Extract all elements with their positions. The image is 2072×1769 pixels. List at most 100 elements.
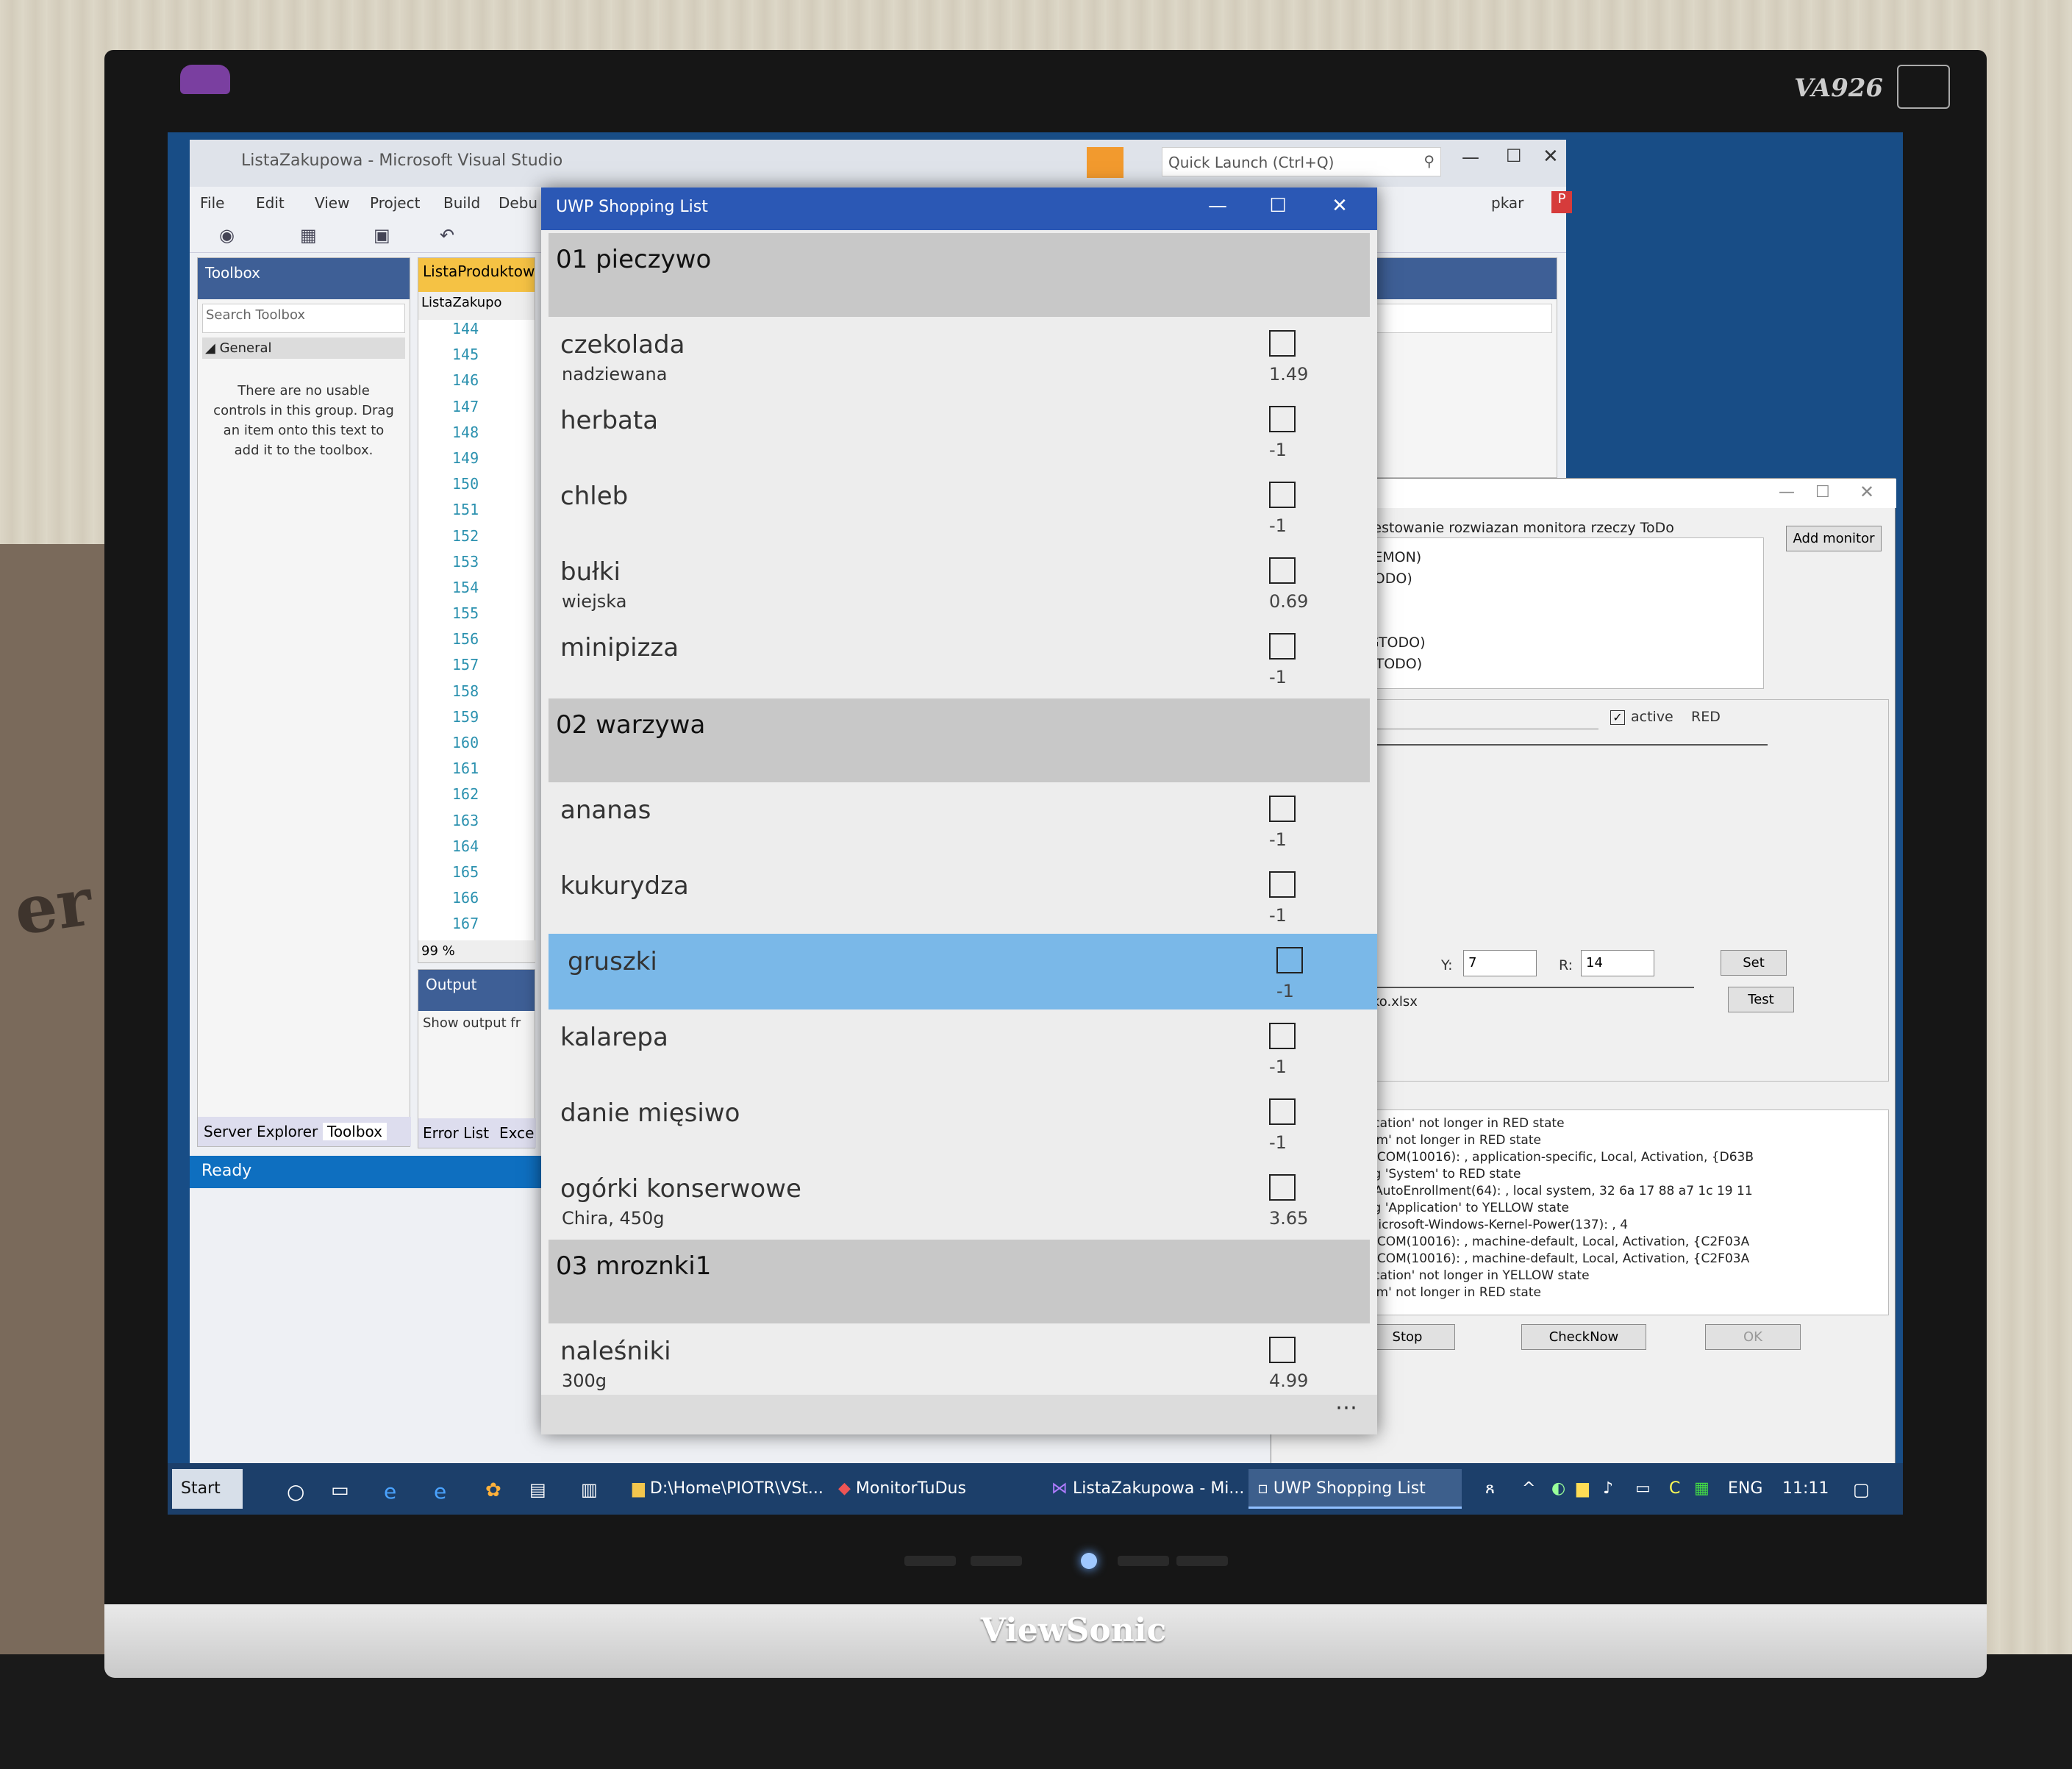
item-checkbox[interactable] xyxy=(1269,871,1296,898)
output-source-dropdown[interactable]: Show output fr xyxy=(418,1011,535,1035)
taskbar-visual-studio[interactable]: ⋈ ListaZakupowa - Mi... xyxy=(1043,1469,1244,1509)
volume-icon[interactable]: ♪ xyxy=(1594,1469,1623,1509)
edge-icon[interactable]: e xyxy=(375,1469,412,1509)
tab-server-explorer[interactable]: Server Explorer xyxy=(204,1123,318,1140)
list-item[interactable]: ogórki konserwowe Chira, 450g 3.65 xyxy=(541,1161,1377,1237)
monitor-hardware-button[interactable] xyxy=(1176,1556,1228,1566)
new-project-icon[interactable]: ▦ xyxy=(300,225,317,246)
list-item[interactable]: minipizza -1 xyxy=(541,620,1377,696)
minimize-button[interactable]: — xyxy=(1779,483,1795,501)
item-checkbox[interactable] xyxy=(1269,1098,1296,1125)
item-checkbox[interactable] xyxy=(1269,330,1296,357)
clock[interactable]: 11:11 xyxy=(1773,1469,1832,1509)
item-checkbox[interactable] xyxy=(1269,406,1296,432)
item-checkbox[interactable] xyxy=(1269,1023,1296,1049)
tab-error-list[interactable]: Error List xyxy=(423,1124,489,1142)
list-item[interactable]: ananas -1 xyxy=(541,782,1377,858)
line-number: 153 xyxy=(452,552,479,571)
line-number-gutter: 144 145 146 147 148 149 150 151 152 153 154 155 156 1… xyxy=(418,320,535,941)
checknow-button[interactable]: CheckNow xyxy=(1521,1324,1646,1350)
monitor-hardware-button[interactable] xyxy=(971,1556,1022,1566)
list-item[interactable]: naleśniki 300g 4.99 xyxy=(541,1323,1377,1399)
menu-project[interactable]: Project xyxy=(370,194,420,212)
network-icon[interactable]: ▭ xyxy=(1626,1469,1656,1509)
user-avatar[interactable]: P xyxy=(1551,191,1572,213)
maximize-button[interactable]: ☐ xyxy=(1815,483,1830,501)
notification-flag-icon[interactable] xyxy=(1087,147,1123,178)
ok-button[interactable]: OK xyxy=(1705,1324,1801,1350)
group-header: 01 pieczywo xyxy=(549,233,1370,317)
tray-folder-icon[interactable]: ▆ xyxy=(1568,1469,1593,1509)
shopping-list: 01 pieczywo czekolada nadziewana 1.49 herbat… xyxy=(541,230,1377,1434)
menu-debug[interactable]: Debu xyxy=(499,194,537,212)
cortana-icon[interactable]: ○ xyxy=(278,1469,307,1509)
ie-icon[interactable]: e xyxy=(425,1469,462,1509)
minimize-button[interactable]: — xyxy=(1188,187,1247,230)
y-input[interactable]: 7 xyxy=(1463,950,1537,976)
more-options-icon[interactable]: ⋯ xyxy=(1335,1395,1357,1420)
toolbox-search-input[interactable]: Search Toolbox xyxy=(202,304,405,333)
taskbar-explorer[interactable]: ▆ D:\Home\PIOTR\VSt... xyxy=(624,1469,826,1509)
taskbar-monitortudus[interactable]: ◆ MonitorTuDus xyxy=(829,1469,1006,1509)
tray-refresh-icon[interactable]: C xyxy=(1660,1469,1685,1509)
tray-app-icon[interactable]: ◐ xyxy=(1543,1469,1568,1509)
r-label: R: xyxy=(1559,957,1573,973)
editor-tab[interactable]: ListaProduktow xyxy=(418,258,535,292)
start-button[interactable]: Start xyxy=(172,1469,243,1509)
close-button[interactable]: ✕ xyxy=(1543,146,1559,168)
test-button[interactable]: Test xyxy=(1728,987,1794,1012)
item-checkbox[interactable] xyxy=(1269,633,1296,660)
active-checkbox[interactable]: ✓ xyxy=(1610,710,1625,725)
list-item[interactable]: kalarepa -1 xyxy=(541,1009,1377,1085)
cmd-icon[interactable]: ▤ xyxy=(521,1469,557,1509)
list-item[interactable]: danie mięsiwo -1 xyxy=(541,1085,1377,1161)
zoom-level[interactable]: 99 % xyxy=(418,940,536,962)
undo-icon[interactable]: ↶ xyxy=(440,225,454,246)
r-input[interactable]: 14 xyxy=(1581,950,1654,976)
close-button[interactable]: ✕ xyxy=(1310,187,1369,230)
toolbox-general-group[interactable]: ◢ General xyxy=(202,337,405,359)
maximize-button[interactable]: ☐ xyxy=(1506,146,1522,166)
notes-icon[interactable]: ▥ xyxy=(572,1469,609,1509)
list-item[interactable]: bułki wiejska 0.69 xyxy=(541,544,1377,620)
minimize-button[interactable]: — xyxy=(1462,147,1479,168)
add-monitor-button[interactable]: Add monitor xyxy=(1786,526,1882,551)
item-checkbox[interactable] xyxy=(1269,1337,1296,1363)
save-icon[interactable]: ▣ xyxy=(374,225,390,246)
monitor-hardware-button[interactable] xyxy=(904,1556,956,1566)
tab-toolbox[interactable]: Toolbox xyxy=(323,1123,387,1140)
item-checkbox[interactable] xyxy=(1269,482,1296,508)
item-checkbox[interactable] xyxy=(1269,1174,1296,1201)
item-checkbox[interactable] xyxy=(1276,947,1303,973)
menu-edit[interactable]: Edit xyxy=(256,194,285,212)
menu-file[interactable]: File xyxy=(200,194,224,212)
item-checkbox[interactable] xyxy=(1269,557,1296,584)
language-indicator[interactable]: ENG xyxy=(1719,1469,1766,1509)
tray-sync-icon[interactable]: ▦ xyxy=(1685,1469,1710,1509)
user-name[interactable]: pkar xyxy=(1491,194,1523,212)
taskbar-shopping-list[interactable]: ▫ UWP Shopping List xyxy=(1248,1469,1462,1509)
list-item[interactable]: kukurydza -1 xyxy=(541,858,1377,934)
action-center-icon[interactable]: ▢ xyxy=(1844,1469,1881,1509)
maximize-button[interactable]: ☐ xyxy=(1248,187,1307,230)
item-checkbox[interactable] xyxy=(1269,796,1296,822)
item-name: bułki xyxy=(560,557,621,587)
chevron-up-icon[interactable]: ^ xyxy=(1513,1469,1543,1509)
menu-view[interactable]: View xyxy=(315,194,349,212)
editor-file-dropdown[interactable]: ListaZakupo xyxy=(418,292,535,320)
task-view-icon[interactable]: ▭ xyxy=(322,1469,359,1509)
list-item[interactable]: gruszki -1 xyxy=(549,934,1377,1009)
close-button[interactable]: ✕ xyxy=(1860,482,1874,502)
monitor-hardware-button[interactable] xyxy=(1118,1556,1169,1566)
people-icon[interactable]: ጸ xyxy=(1476,1469,1506,1509)
tab-exceptions[interactable]: Exce xyxy=(499,1124,534,1142)
set-button[interactable]: Set xyxy=(1721,950,1787,976)
list-item[interactable]: chleb -1 xyxy=(541,468,1377,544)
list-item[interactable]: czekolada nadziewana 1.49 xyxy=(541,317,1377,393)
list-item[interactable]: herbata -1 xyxy=(541,393,1377,468)
paint-icon[interactable]: ✿ xyxy=(476,1469,513,1509)
quick-launch-input[interactable]: Quick Launch (Ctrl+Q) ⚲ xyxy=(1162,147,1441,176)
power-led[interactable] xyxy=(1081,1553,1097,1569)
back-icon[interactable]: ◉ xyxy=(219,225,235,246)
menu-build[interactable]: Build xyxy=(443,194,480,212)
